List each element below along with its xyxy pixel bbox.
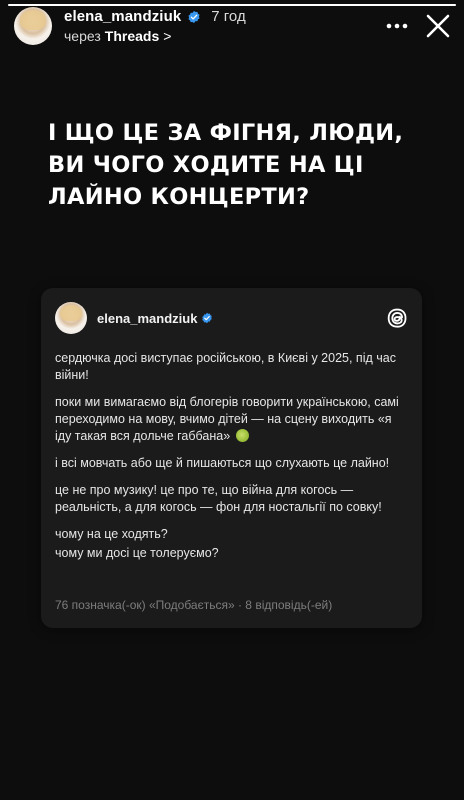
verified-badge-icon	[202, 312, 213, 324]
post-stats[interactable]: 76 позначка(-ок) «Подобається» · 8 відпо…	[55, 598, 332, 612]
headline-line: І ЩО ЦЕ ЗА ФІГНЯ, ЛЮДИ,	[48, 120, 404, 146]
card-body: сердючка досі виступає російською, в Киє…	[55, 350, 408, 572]
post-paragraph: це не про музику! це про те, що війна дл…	[55, 483, 382, 514]
story-headline: І ЩО ЦЕ ЗА ФІГНЯ, ЛЮДИ, ВИ ЧОГО ХОДИТЕ Н…	[48, 117, 428, 213]
card-header: elena_mandziuk	[55, 302, 408, 334]
story-header: elena_mandziuk 7 год через Threads >	[14, 6, 450, 46]
avatar[interactable]	[14, 7, 52, 45]
headline-line: ВИ ЧОГО ХОДИТЕ НА ЦІ	[48, 152, 364, 178]
more-horizontal-icon[interactable]	[386, 23, 408, 29]
post-paragraph-text: поки ми вимагаємо від блогерів говорити …	[55, 395, 399, 443]
story-time: 7 год	[211, 8, 246, 26]
post-paragraph: і всі мовчать або ще й пишаються що слух…	[55, 456, 390, 470]
post-paragraph: сердючка досі виступає російською, в Киє…	[55, 351, 396, 382]
post-paragraph: чому на це ходять?	[55, 527, 168, 541]
headline-line: ЛАЙНО КОНЦЕРТИ?	[48, 184, 310, 210]
card-username: elena_mandziuk	[97, 310, 198, 326]
threads-post-card[interactable]: elena_mandziuk сердючка досі виступає ро…	[41, 288, 422, 628]
via-prefix: через	[64, 27, 101, 44]
story-actions	[386, 6, 450, 46]
close-icon[interactable]	[426, 14, 450, 38]
verified-badge-icon	[188, 10, 200, 24]
story-username[interactable]: elena_mandziuk	[64, 8, 181, 25]
via-app-name: Threads	[104, 27, 160, 44]
story-author-info: elena_mandziuk 7 год через Threads >	[64, 8, 246, 43]
card-avatar	[55, 302, 87, 334]
via-threads-link[interactable]: через Threads >	[64, 28, 246, 44]
chevron-right-icon: >	[163, 27, 172, 44]
author-row: elena_mandziuk 7 год	[64, 8, 246, 25]
post-paragraph: чому ми досі це толеруємо?	[55, 546, 219, 560]
emoji-icon	[235, 429, 249, 442]
threads-logo-icon	[387, 308, 407, 328]
post-paragraph: поки ми вимагаємо від блогерів говорити …	[55, 394, 408, 445]
